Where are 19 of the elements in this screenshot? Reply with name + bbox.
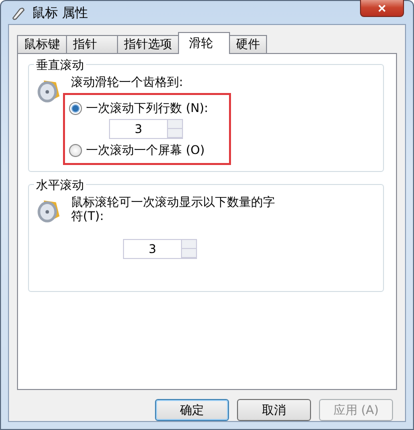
- radio-button[interactable]: [69, 144, 82, 156]
- tab[interactable]: 鼠标键: [17, 35, 67, 53]
- dialog-button[interactable]: 取消: [237, 399, 311, 421]
- label: 滚动滑轮一个齿格到:: [71, 75, 184, 89]
- dialog-button[interactable]: 确定: [155, 399, 229, 421]
- spinner-field[interactable]: 3: [123, 239, 197, 259]
- tab[interactable]: 指针选项: [117, 35, 179, 53]
- spinner-field[interactable]: 3: [109, 119, 183, 139]
- window-title: 鼠标 属性: [32, 4, 90, 22]
- radio-label[interactable]: 一次滚动一个屏幕 (O): [86, 142, 205, 158]
- group-title: 垂直滚动: [34, 57, 86, 74]
- group-title: 水平滚动: [34, 177, 86, 194]
- tab[interactable]: 指针: [66, 35, 118, 53]
- tab[interactable]: 硬件: [229, 35, 267, 53]
- label: 鼠标滚轮可一次滚动显示以下数量的字符(T):: [71, 195, 276, 223]
- radio-label[interactable]: 一次滚动下列行数 (N):: [86, 100, 208, 116]
- tab[interactable]: 滑轮: [178, 32, 230, 54]
- radio-button[interactable]: [69, 102, 82, 114]
- close-button[interactable]: ×: [360, 0, 404, 17]
